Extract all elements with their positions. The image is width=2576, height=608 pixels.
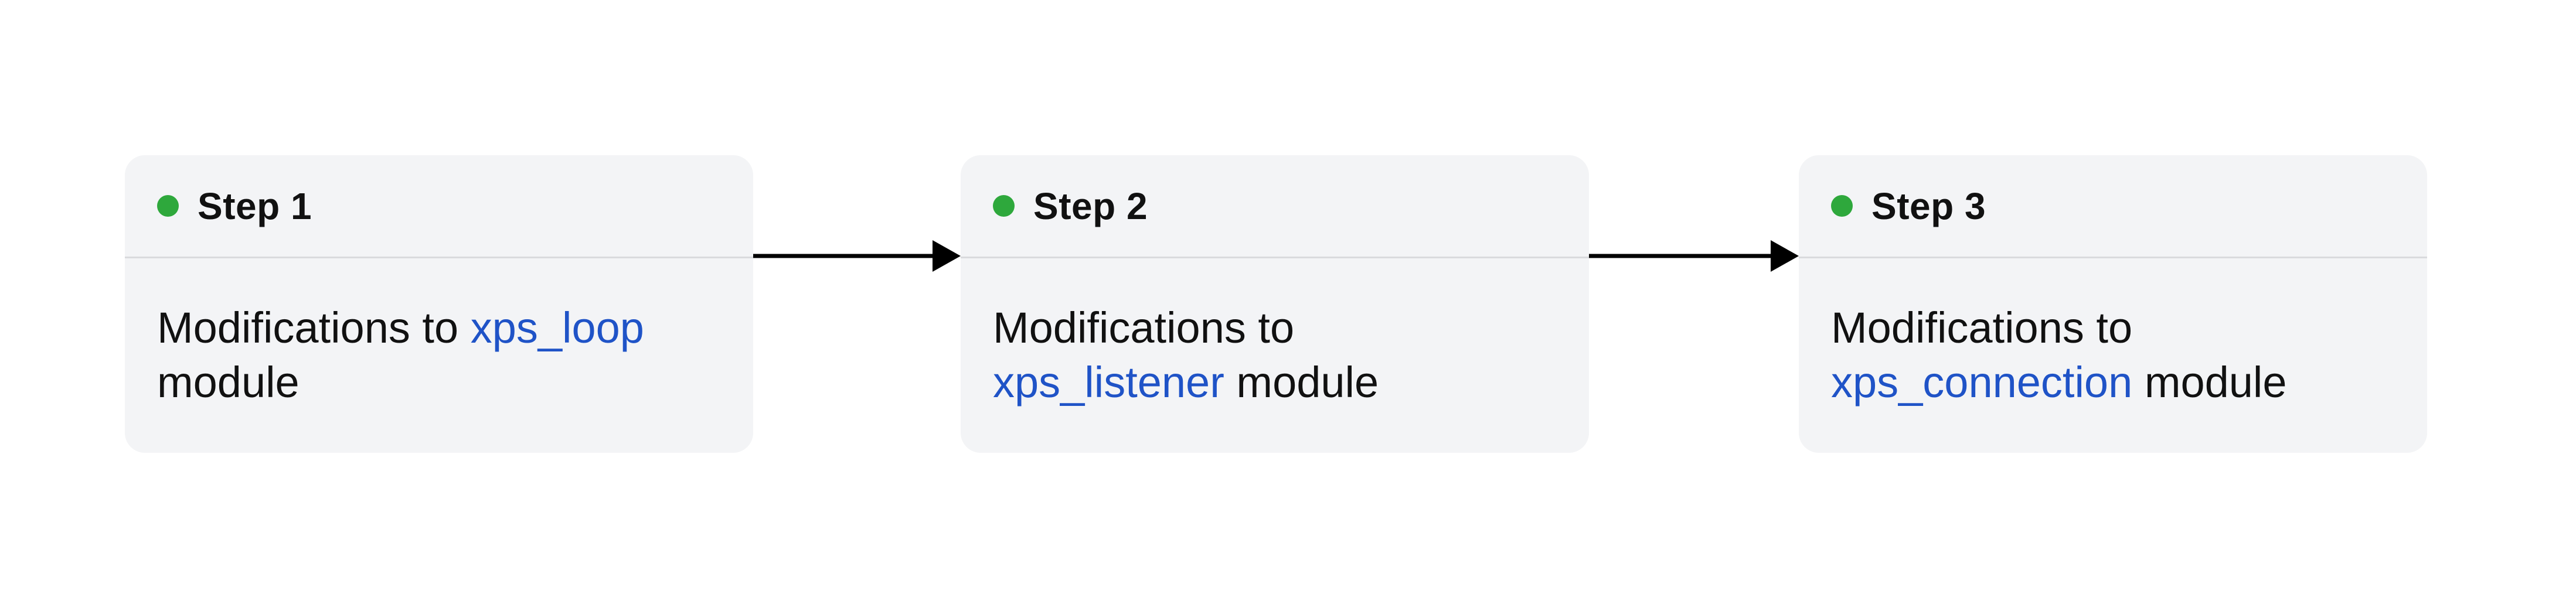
description-suffix: module [157,358,300,407]
step-card-3: Step 3 Modifications to xps_connection m… [1799,155,2427,453]
step-card-1: Step 1 Modifications to xps_loop module [125,155,753,453]
arrow-head-icon [1771,240,1799,272]
description-suffix: module [1236,358,1379,407]
step-description: Modifications to xps_connection module [1799,258,2427,409]
step-title: Step 1 [198,185,312,227]
module-name: xps_listener [993,358,1224,407]
arrow-head-icon [933,240,961,272]
step-description: Modifications to xps_loop module [125,258,753,409]
description-text: Modifications to [157,303,459,352]
status-dot-icon [157,195,179,217]
step-card-header: Step 1 [125,155,753,258]
module-name: xps_loop [470,303,644,352]
step-title: Step 3 [1871,185,1986,227]
status-dot-icon [993,195,1015,217]
step-title: Step 2 [1033,185,1148,227]
flow-arrow-1 [753,240,961,272]
status-dot-icon [1831,195,1853,217]
module-name: xps_connection [1831,358,2133,407]
description-suffix: module [2144,358,2287,407]
step-card-header: Step 2 [961,155,1589,258]
description-text: Modifications to [993,303,1295,352]
flow-arrow-2 [1589,240,1799,272]
step-card-2: Step 2 Modifications to xps_listener mod… [961,155,1589,453]
step-card-header: Step 3 [1799,155,2427,258]
description-text: Modifications to [1831,303,2133,352]
step-description: Modifications to xps_listener module [961,258,1589,409]
